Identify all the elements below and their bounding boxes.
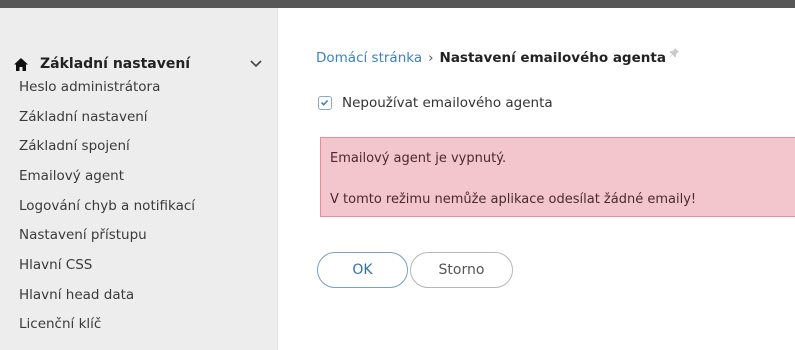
warning-alert: Emailový agent je vypnutý. V tomto režim… — [320, 137, 795, 217]
main-content: Domácí stránka › Nastavení emailového agen… — [279, 8, 795, 350]
pin-icon[interactable] — [669, 48, 679, 58]
alert-message-detail: V tomto režimu nemůže aplikace odesílat … — [330, 192, 697, 207]
breadcrumb-home-link[interactable]: Domácí stránka — [316, 50, 422, 66]
sidebar-item-basic-settings[interactable]: Základní nastavení — [19, 108, 148, 126]
sidebar-item-access-settings[interactable]: Nastavení přístupu — [19, 226, 147, 244]
sidebar-item-basic-connection[interactable]: Základní spojení — [19, 137, 130, 155]
sidebar-item-head-data[interactable]: Hlavní head data — [19, 286, 134, 304]
home-icon — [14, 58, 28, 71]
sidebar-section-title: Základní nastavení — [40, 56, 191, 72]
sidebar-item-email-agent[interactable]: Emailový agent — [19, 167, 124, 185]
cancel-button[interactable]: Storno — [410, 252, 513, 288]
chevron-down-icon[interactable] — [250, 59, 262, 69]
sidebar-item-admin-password[interactable]: Heslo administrátora — [19, 78, 160, 96]
disable-agent-checkbox[interactable] — [318, 96, 332, 110]
disable-agent-label: Nepoužívat emailového agenta — [342, 95, 553, 111]
sidebar-item-license-key[interactable]: Licenční klíč — [19, 315, 101, 333]
sidebar-section-header[interactable]: Základní nastavení — [0, 52, 278, 76]
breadcrumb-separator: › — [428, 50, 434, 66]
top-bar — [0, 0, 795, 8]
alert-message-title: Emailový agent je vypnutý. — [330, 151, 507, 166]
breadcrumb: Domácí stránka › Nastavení emailového agen… — [316, 48, 679, 68]
sidebar-item-main-css[interactable]: Hlavní CSS — [19, 256, 92, 274]
sidebar-item-error-logging[interactable]: Logování chyb a notifikací — [19, 197, 195, 215]
page-title: Nastavení emailového agenta — [439, 50, 666, 66]
sidebar: Základní nastavení Heslo administrátora … — [0, 8, 278, 350]
ok-button[interactable]: OK — [317, 252, 408, 288]
checkmark-icon — [321, 99, 329, 106]
